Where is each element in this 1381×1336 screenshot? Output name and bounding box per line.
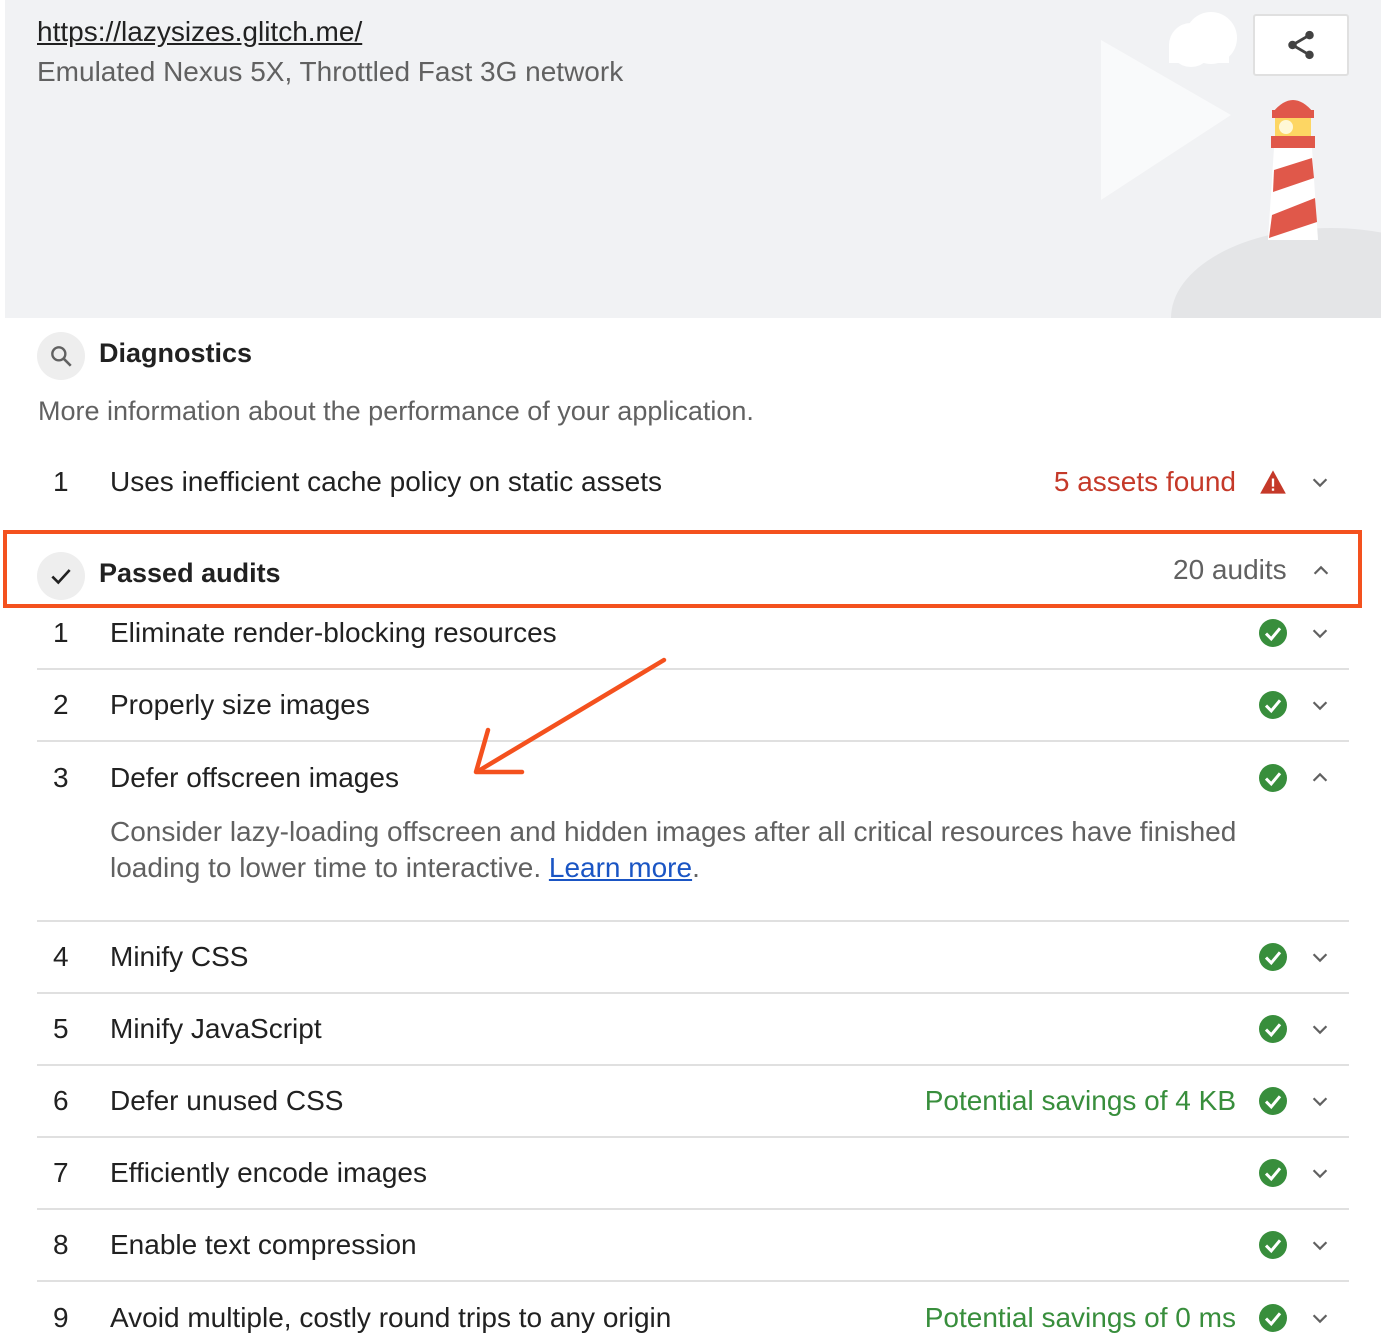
pass-check-icon xyxy=(1259,619,1287,647)
audit-number: 5 xyxy=(53,1013,69,1044)
audit-title: Efficiently encode images xyxy=(110,1157,427,1188)
lighthouse-illustration xyxy=(1101,12,1381,318)
chevron-down-icon[interactable] xyxy=(1309,1307,1331,1329)
pass-check-icon xyxy=(1259,1015,1287,1043)
page-url-link[interactable]: https://lazysizes.glitch.me/ xyxy=(37,16,362,48)
audit-description: Consider lazy-loading offscreen and hidd… xyxy=(110,814,1270,886)
passed-audit-row[interactable]: 5 Minify JavaScript xyxy=(37,994,1349,1066)
report-header: https://lazysizes.glitch.me/ Emulated Ne… xyxy=(5,0,1381,318)
audit-summary: Potential savings of 4 KB xyxy=(924,1085,1236,1116)
passed-audit-row[interactable]: 2 Properly size images xyxy=(37,670,1349,742)
chevron-down-icon[interactable] xyxy=(1309,1018,1331,1040)
pass-check-icon xyxy=(1259,1087,1287,1115)
pass-check-icon xyxy=(1259,1231,1287,1259)
chevron-down-icon[interactable] xyxy=(1309,471,1331,493)
passed-audit-row[interactable]: 7 Efficiently encode images xyxy=(37,1138,1349,1210)
chevron-down-icon[interactable] xyxy=(1309,946,1331,968)
annotation-arrow xyxy=(473,657,667,775)
audit-title: Defer offscreen images xyxy=(110,762,399,793)
diagnostic-audit-row[interactable]: 1 Uses inefficient cache policy on stati… xyxy=(37,446,1349,518)
passed-audit-row[interactable]: 8 Enable text compression xyxy=(37,1210,1349,1282)
passed-audit-row[interactable]: 6 Defer unused CSS Potential savings of … xyxy=(37,1066,1349,1138)
passed-audit-row[interactable]: 4 Minify CSS xyxy=(37,922,1349,994)
passed-audit-row[interactable]: 9 Avoid multiple, costly round trips to … xyxy=(37,1282,1349,1336)
audit-title: Avoid multiple, costly round trips to an… xyxy=(110,1302,672,1333)
audit-title: Defer unused CSS xyxy=(110,1085,344,1116)
chevron-down-icon[interactable] xyxy=(1309,622,1331,644)
warning-icon xyxy=(1260,470,1286,494)
audit-title: Enable text compression xyxy=(110,1229,417,1260)
audit-number: 8 xyxy=(53,1229,69,1260)
highlight-box xyxy=(3,530,1362,608)
pass-check-icon xyxy=(1259,1159,1287,1187)
learn-more-link[interactable]: Learn more xyxy=(549,852,692,883)
audit-number: 1 xyxy=(53,466,69,497)
audit-number: 4 xyxy=(53,941,69,972)
audit-number: 6 xyxy=(53,1085,69,1116)
chevron-down-icon[interactable] xyxy=(1309,1090,1331,1112)
pass-check-icon xyxy=(1259,764,1287,792)
passed-audit-row[interactable]: 1 Eliminate render-blocking resources xyxy=(37,598,1349,670)
environment-label: Emulated Nexus 5X, Throttled Fast 3G net… xyxy=(37,56,624,87)
search-icon xyxy=(51,346,72,367)
audit-title: Eliminate render-blocking resources xyxy=(110,617,557,648)
audit-number: 3 xyxy=(53,762,69,793)
pass-check-icon xyxy=(1259,943,1287,971)
audit-summary: Potential savings of 0 ms xyxy=(924,1302,1236,1333)
pass-check-icon xyxy=(1259,691,1287,719)
description-period: . xyxy=(692,852,700,883)
audit-number: 7 xyxy=(53,1157,69,1188)
audit-number: 9 xyxy=(53,1302,69,1333)
diagnostics-description: More information about the performance o… xyxy=(38,396,754,426)
chevron-down-icon[interactable] xyxy=(1309,1234,1331,1256)
chevron-up-icon[interactable] xyxy=(1309,767,1331,789)
chevron-down-icon[interactable] xyxy=(1309,694,1331,716)
audit-title: Uses inefficient cache policy on static … xyxy=(110,466,662,497)
audit-number: 1 xyxy=(53,617,69,648)
passed-audit-row-expanded[interactable]: 3 Defer offscreen images xyxy=(37,742,1349,814)
chevron-down-icon[interactable] xyxy=(1309,1162,1331,1184)
audit-title: Minify JavaScript xyxy=(110,1013,322,1044)
audit-summary: 5 assets found xyxy=(1053,466,1236,497)
diagnostics-title: Diagnostics xyxy=(99,338,253,368)
pass-check-icon xyxy=(1259,1304,1287,1332)
audit-number: 2 xyxy=(53,689,69,720)
audit-title: Minify CSS xyxy=(110,941,249,972)
audit-title: Properly size images xyxy=(110,689,370,720)
diagnostics-icon-circle xyxy=(37,332,85,380)
